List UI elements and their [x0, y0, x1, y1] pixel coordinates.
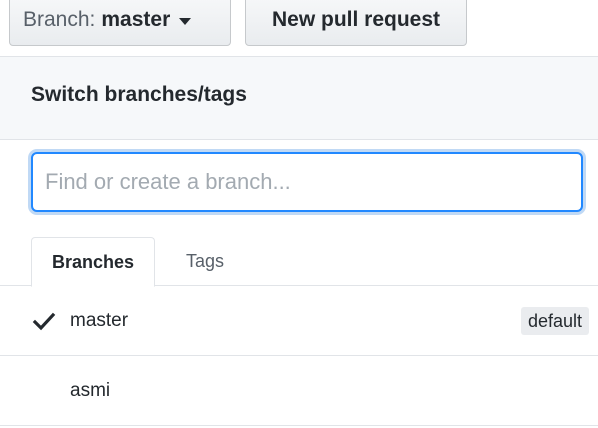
branch-item-asmi[interactable]: asmi: [0, 356, 598, 426]
tab-tags[interactable]: Tags: [165, 237, 245, 286]
branch-dropdown-panel: Switch branches/tags Branches Tags maste…: [0, 56, 598, 428]
chevron-down-icon: [179, 18, 192, 25]
branch-name: master: [70, 310, 129, 331]
branch-tag-tabs: Branches Tags: [0, 237, 598, 287]
branch-list: master default asmi: [0, 286, 598, 426]
current-branch-name: master: [101, 8, 171, 31]
branch-prefix-label: Branch:: [23, 8, 96, 31]
filter-area: [0, 140, 598, 242]
new-pull-request-button[interactable]: New pull request: [245, 0, 467, 46]
dropdown-header: Switch branches/tags: [0, 56, 598, 140]
branch-search-input[interactable]: [31, 152, 583, 212]
branch-selector-ui: Branch: master New pull request Switch b…: [0, 0, 598, 428]
check-icon: [32, 312, 56, 331]
branch-select-button[interactable]: Branch: master: [9, 0, 231, 46]
tab-branches[interactable]: Branches: [31, 237, 155, 287]
branch-item-master[interactable]: master default: [0, 286, 598, 356]
default-badge: default: [520, 307, 589, 335]
branch-name: asmi: [70, 380, 111, 401]
dropdown-title: Switch branches/tags: [31, 83, 247, 106]
